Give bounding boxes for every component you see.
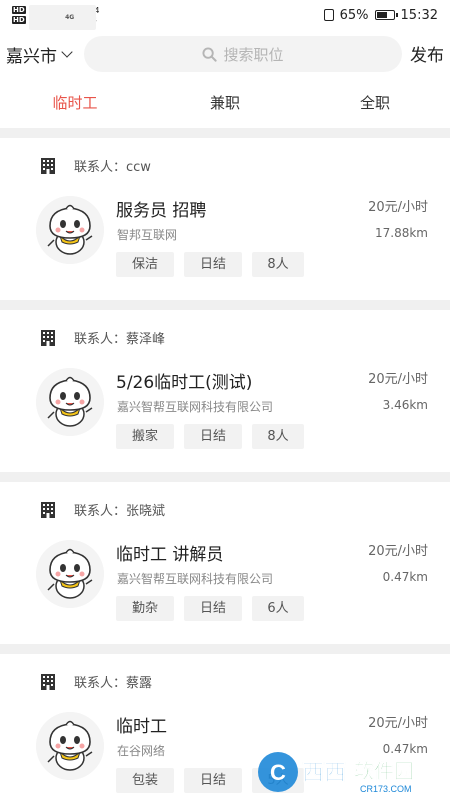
job-tags: 搬家 日结 8人 (116, 424, 304, 449)
publish-button[interactable]: 发布 (410, 41, 444, 66)
tab-part-time[interactable]: 兼职 (150, 78, 300, 128)
signal-icon: 4G (28, 5, 81, 30)
company-building-icon (41, 329, 55, 346)
settlement-tag: 日结 (184, 596, 242, 621)
mascot-icon (36, 540, 104, 608)
avatar (36, 540, 104, 608)
mascot-icon (36, 196, 104, 264)
job-tags: 保洁 日结 8人 (116, 252, 304, 277)
settlement-tag: 日结 (184, 768, 242, 793)
wage: 20元/小时 (368, 544, 428, 559)
category-tag: 勤杂 (116, 596, 174, 621)
contact-name: 联系人：张晓斌 (74, 504, 166, 519)
distance: 0.47km (382, 570, 428, 584)
sim-label: HD (12, 6, 26, 14)
wage: 20元/小时 (368, 200, 428, 215)
clock: 15:32 (400, 7, 438, 23)
company-name: 嘉兴智帮互联网科技有限公司 (117, 572, 274, 586)
contact-name: 联系人：蔡露 (74, 676, 153, 691)
job-card[interactable]: 联系人：蔡泽峰 5/26临时工(测试) 嘉兴智帮互联网科技有限公司 20元/小时… (0, 310, 450, 472)
headcount-tag: 8人 (252, 424, 304, 449)
contact-name: 联系人：蔡泽峰 (74, 332, 166, 347)
job-title: 服务员 招聘 (116, 201, 207, 221)
mascot-icon (36, 712, 104, 780)
contact-row: 联系人：ccw (40, 156, 151, 175)
job-card[interactable]: 联系人：ccw 服务员 招聘 智邦互联网 20元/小时 17.88km 保洁 日… (0, 138, 450, 300)
job-title: 5/26临时工(测试) (116, 373, 253, 393)
svg-text:软件园: 软件园 (354, 759, 414, 783)
app-header: 嘉兴市 搜索职位 发布 (0, 30, 450, 78)
status-bar: HD HD 4G 4G 21.4 K/s 65% 15:32 (0, 0, 450, 30)
job-card[interactable]: 联系人：张晓斌 临时工 讲解员 嘉兴智帮互联网科技有限公司 20元/小时 0.4… (0, 482, 450, 644)
company-building-icon (41, 501, 55, 518)
avatar (36, 712, 104, 780)
contact-name: 联系人：ccw (74, 160, 151, 175)
status-left: HD HD 4G 4G 21.4 K/s (12, 5, 99, 30)
search-placeholder: 搜索职位 (223, 45, 284, 64)
job-title: 临时工 (116, 717, 167, 737)
category-tag: 搬家 (116, 424, 174, 449)
search-icon (202, 46, 218, 62)
contact-row: 联系人：蔡露 (40, 672, 152, 691)
status-right: 65% 15:32 (323, 7, 438, 23)
svg-text:C: C (270, 760, 286, 785)
headcount-tag: 8人 (252, 252, 304, 277)
tab-full-time[interactable]: 全职 (300, 78, 450, 128)
search-bar[interactable]: 搜索职位 (84, 36, 402, 72)
watermark-logo: C 西西 软件园 CR173.COM (258, 752, 414, 794)
distance: 3.46km (382, 398, 428, 412)
city-label: 嘉兴市 (6, 47, 57, 67)
category-tabs: 临时工 兼职 全职 (0, 78, 450, 128)
mascot-icon (36, 368, 104, 436)
avatar (36, 368, 104, 436)
company-name: 在谷网络 (117, 744, 166, 758)
company-name: 嘉兴智帮互联网科技有限公司 (117, 400, 274, 414)
settlement-tag: 日结 (184, 424, 242, 449)
avatar (36, 196, 104, 264)
job-title: 临时工 讲解员 (116, 545, 224, 565)
signal-icon: 4G (43, 5, 96, 30)
tab-temporary[interactable]: 临时工 (0, 78, 150, 128)
city-selector[interactable]: 嘉兴市 (6, 42, 73, 67)
vibrate-icon (323, 9, 334, 21)
sim-indicators: HD HD (12, 5, 26, 25)
svg-text:西西: 西西 (302, 761, 346, 786)
chevron-down-icon (61, 46, 73, 58)
sim-label: HD (12, 16, 26, 24)
battery-icon (374, 10, 398, 20)
headcount-tag: 6人 (252, 596, 304, 621)
battery-percent: 65% (339, 7, 369, 23)
contact-row: 联系人：张晓斌 (40, 500, 165, 519)
wage: 20元/小时 (368, 716, 428, 731)
svg-text:CR173.COM: CR173.COM (360, 784, 412, 794)
signal-tag: 4G (43, 5, 96, 30)
job-tags: 勤杂 日结 6人 (116, 596, 304, 621)
company-name: 智邦互联网 (117, 228, 178, 242)
distance: 17.88km (375, 226, 428, 240)
category-tag: 包装 (116, 768, 174, 793)
contact-row: 联系人：蔡泽峰 (40, 328, 165, 347)
wage: 20元/小时 (368, 372, 428, 387)
company-building-icon (41, 157, 55, 174)
settlement-tag: 日结 (184, 252, 242, 277)
category-tag: 保洁 (116, 252, 174, 277)
company-building-icon (41, 673, 55, 690)
